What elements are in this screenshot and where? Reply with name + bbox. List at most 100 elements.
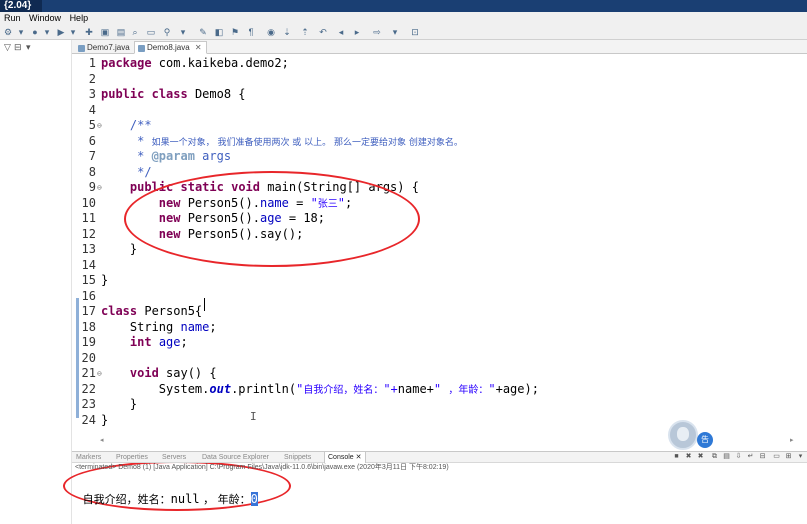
- code-line[interactable]: 7 * @param args: [72, 149, 807, 164]
- toggle-icon[interactable]: ◧: [214, 27, 224, 37]
- code-token: }: [101, 273, 109, 287]
- folder-icon[interactable]: ▭: [146, 27, 156, 37]
- code-line[interactable]: 8 */: [72, 165, 807, 180]
- tab-servers[interactable]: Servers: [162, 452, 186, 463]
- back-icon[interactable]: ◂: [336, 27, 346, 37]
- dropdown-icon[interactable]: ▾: [42, 27, 52, 37]
- toolbar-icon[interactable]: ▽: [4, 42, 11, 53]
- code-line[interactable]: 3 public class Demo8 {: [72, 87, 807, 102]
- code-line[interactable]: 15}: [72, 273, 807, 288]
- code-token: ": [488, 381, 496, 396]
- dropdown-icon[interactable]: ▾: [26, 42, 31, 53]
- selection-marker: [76, 298, 79, 418]
- tab-demo7[interactable]: Demo7.java: [74, 41, 135, 54]
- dropdown-icon[interactable]: ▾: [390, 27, 400, 37]
- code-token: }: [101, 397, 138, 411]
- code-line[interactable]: 22 System.out.println("自我介绍，姓名："+name+" …: [72, 382, 807, 397]
- code-token: "+: [383, 381, 398, 396]
- format-icon[interactable]: ¶: [246, 27, 256, 37]
- forward-icon[interactable]: ⇨: [372, 27, 382, 37]
- tab-snippets[interactable]: Snippets: [284, 452, 311, 463]
- terminate-icon[interactable]: ■: [672, 452, 681, 461]
- search-icon[interactable]: ⌕: [130, 27, 140, 37]
- last-edit-icon[interactable]: ↶: [318, 27, 328, 37]
- code-line[interactable]: 4: [72, 103, 807, 118]
- next-annotation-icon[interactable]: ⇣: [282, 27, 292, 37]
- close-icon[interactable]: ✕: [356, 454, 362, 461]
- code-token: }: [101, 242, 138, 256]
- output-selected-value: 0: [250, 492, 258, 506]
- remove-launch-icon[interactable]: ✖: [684, 452, 693, 461]
- code-line[interactable]: 5 ⊖ /**: [72, 118, 807, 133]
- code-line[interactable]: 1 package com.kaikeba.demo2;: [72, 56, 807, 71]
- search-icon[interactable]: ⚲: [162, 27, 172, 37]
- text-cursor: [204, 298, 205, 311]
- code-line[interactable]: 20: [72, 351, 807, 366]
- open-perspective-icon[interactable]: ⊡: [410, 27, 420, 37]
- run-icon[interactable]: ▶: [56, 27, 66, 37]
- scroll-right-icon[interactable]: ▸: [790, 436, 794, 444]
- copy-icon[interactable]: ⧉: [710, 452, 719, 461]
- scroll-lock-icon[interactable]: ⇩: [734, 452, 743, 461]
- code-text: void say() {: [101, 366, 217, 381]
- code-line[interactable]: 14: [72, 258, 807, 273]
- scroll-left-icon[interactable]: ◂: [100, 436, 104, 444]
- menu-window[interactable]: Window: [29, 12, 61, 25]
- save-icon[interactable]: ▣: [100, 27, 110, 37]
- gear-icon[interactable]: ⚙: [3, 27, 13, 37]
- minimize-icon[interactable]: ▾: [796, 452, 805, 461]
- notification-badge[interactable]: 告: [697, 432, 713, 448]
- output-text: null: [170, 492, 200, 506]
- code-token: ;: [180, 335, 188, 349]
- line-number: 4: [88, 102, 96, 117]
- code-line[interactable]: 19 int age;: [72, 335, 807, 350]
- dropdown-icon[interactable]: ▾: [178, 27, 188, 37]
- code-text: */: [101, 165, 151, 180]
- dropdown-icon[interactable]: ▾: [68, 27, 78, 37]
- tab-demo8[interactable]: Demo8.java ✕: [134, 41, 207, 54]
- code-text: System.out.println("自我介绍，姓名："+name+" ，年龄…: [101, 382, 539, 398]
- forward-icon[interactable]: ▸: [352, 27, 362, 37]
- annotation-icon[interactable]: ◉: [266, 27, 276, 37]
- code-token: int: [129, 335, 152, 349]
- dropdown-icon[interactable]: ▾: [16, 27, 26, 37]
- remove-all-icon[interactable]: ✖: [696, 452, 705, 461]
- tab-properties[interactable]: Properties: [116, 452, 148, 463]
- code-line[interactable]: 16: [72, 289, 807, 304]
- tab-label: Demo7.java: [87, 43, 130, 52]
- tab-markers[interactable]: Markers: [76, 452, 101, 463]
- debug-icon[interactable]: ●: [30, 27, 40, 37]
- console-output[interactable]: 自我介绍，姓名：null ， 年龄：0: [76, 475, 258, 506]
- clear-console-icon[interactable]: ▤: [722, 452, 731, 461]
- code-text: }: [101, 397, 137, 412]
- toolbar-icon[interactable]: ⊟: [14, 42, 22, 53]
- menu-run[interactable]: Run: [4, 12, 21, 25]
- tab-data-source-explorer[interactable]: Data Source Explorer: [202, 452, 269, 463]
- menu-help[interactable]: Help: [70, 12, 89, 25]
- code-line[interactable]: 24}: [72, 413, 807, 428]
- code-line[interactable]: 6 * 如果一个对象， 我们准备使用两次 或 以上。 那么一定要给对象 创建对象…: [72, 134, 807, 149]
- tab-console[interactable]: Console ✕: [324, 452, 366, 463]
- close-icon[interactable]: ✕: [195, 43, 202, 52]
- code-token: class: [151, 87, 188, 101]
- open-icon[interactable]: ▤: [116, 27, 126, 37]
- code-line[interactable]: 2: [72, 72, 807, 87]
- display-console-icon[interactable]: ▭: [772, 452, 781, 461]
- avatar[interactable]: [668, 420, 698, 450]
- code-line[interactable]: 21 ⊖ void say() {: [72, 366, 807, 381]
- open-console-icon[interactable]: ⊞: [784, 452, 793, 461]
- prev-annotation-icon[interactable]: ⇡: [300, 27, 310, 37]
- code-line[interactable]: 17 class Person5{: [72, 304, 807, 319]
- pin-icon[interactable]: ✎: [198, 27, 208, 37]
- bookmark-icon[interactable]: ⚑: [230, 27, 240, 37]
- line-number: 14: [81, 257, 96, 272]
- code-line[interactable]: 18 String name;: [72, 320, 807, 335]
- word-wrap-icon[interactable]: ↵: [746, 452, 755, 461]
- code-token: package: [101, 56, 152, 70]
- code-text: * @param args: [101, 149, 231, 164]
- new-icon[interactable]: ✚: [84, 27, 94, 37]
- code-line[interactable]: 23 }: [72, 397, 807, 412]
- pin-console-icon[interactable]: ⊟: [758, 452, 767, 461]
